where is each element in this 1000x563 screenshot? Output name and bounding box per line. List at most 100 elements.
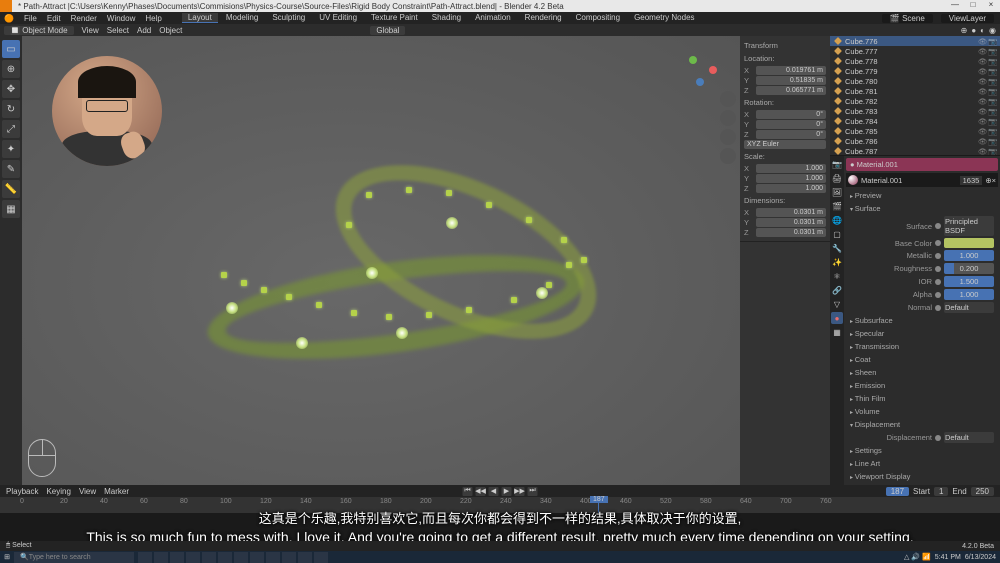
tool-annotate[interactable]: ✎ — [2, 160, 20, 178]
close-button[interactable]: × — [982, 0, 1000, 12]
specular-section[interactable]: Specular — [846, 327, 998, 340]
lineart-section[interactable]: Line Art — [846, 457, 998, 470]
transform-header[interactable]: Transform — [744, 39, 826, 52]
start-frame[interactable]: 1 — [934, 487, 948, 496]
outliner-item[interactable]: Cube.783👁📷 — [830, 106, 1000, 116]
outliner-item[interactable]: Cube.779👁📷 — [830, 66, 1000, 76]
start-button[interactable]: ⊞ — [0, 551, 14, 563]
tool-rotate[interactable]: ↻ — [2, 100, 20, 118]
outliner-item[interactable]: Cube.782👁📷 — [830, 96, 1000, 106]
roughness-value[interactable]: 0.200 — [944, 263, 994, 274]
loc-x-value[interactable]: 0.019761 m — [756, 66, 826, 75]
ws-animation[interactable]: Animation — [469, 13, 517, 23]
outliner-item[interactable]: Cube.784👁📷 — [830, 116, 1000, 126]
camera-view-icon[interactable] — [720, 129, 736, 145]
tl-keying[interactable]: Keying — [46, 487, 70, 496]
app-8[interactable] — [250, 552, 264, 563]
ptab-material[interactable]: ● — [831, 312, 843, 324]
shading-rendered-icon[interactable]: ◉ — [989, 26, 996, 35]
maximize-button[interactable]: □ — [964, 0, 982, 12]
rot-y-value[interactable]: 0° — [756, 120, 826, 129]
eye-icon[interactable]: 👁 — [978, 107, 986, 115]
surface-section[interactable]: Surface — [846, 202, 998, 215]
end-frame[interactable]: 250 — [971, 487, 994, 496]
shader-selector[interactable]: Principled BSDF — [944, 216, 994, 236]
hdr-select[interactable]: Select — [107, 26, 129, 35]
outliner-item[interactable]: Cube.778👁📷 — [830, 56, 1000, 66]
scl-x-value[interactable]: 1.000 — [756, 164, 826, 173]
loc-z-value[interactable]: 0.065771 m — [756, 86, 826, 95]
play-reverse-icon[interactable]: ◀ — [489, 487, 499, 496]
render-icon[interactable]: 📷 — [988, 57, 996, 65]
clock-date[interactable]: 6/13/2024 — [965, 554, 996, 561]
app-7[interactable] — [234, 552, 248, 563]
jump-start-icon[interactable]: ⏮ — [463, 487, 473, 496]
rot-z-value[interactable]: 0° — [756, 130, 826, 139]
ws-geonodes[interactable]: Geometry Nodes — [628, 13, 700, 23]
render-icon[interactable]: 📷 — [988, 97, 996, 105]
app-12[interactable] — [314, 552, 328, 563]
app-6[interactable] — [218, 552, 232, 563]
tl-marker[interactable]: Marker — [104, 487, 129, 496]
app-2[interactable] — [154, 552, 168, 563]
transmission-section[interactable]: Transmission — [846, 340, 998, 353]
disp-value[interactable]: Default — [944, 432, 994, 443]
ptab-constraints[interactable]: 🔗 — [831, 284, 843, 296]
metallic-value[interactable]: 1.000 — [944, 250, 994, 261]
outliner[interactable]: Cube.776👁📷Cube.777👁📷Cube.778👁📷Cube.779👁📷… — [830, 36, 1000, 156]
menu-edit[interactable]: Edit — [47, 14, 61, 23]
axis-y-icon[interactable] — [689, 56, 697, 64]
hdr-add[interactable]: Add — [137, 26, 151, 35]
jump-prev-icon[interactable]: ◀◀ — [476, 487, 486, 496]
eye-icon[interactable]: 👁 — [978, 137, 986, 145]
outliner-item[interactable]: Cube.785👁📷 — [830, 126, 1000, 136]
displacement-section[interactable]: Displacement — [846, 418, 998, 431]
normal-value[interactable]: Default — [944, 302, 994, 313]
perspective-icon[interactable] — [720, 148, 736, 164]
app-5[interactable] — [202, 552, 216, 563]
coat-section[interactable]: Coat — [846, 353, 998, 366]
outliner-item[interactable]: Cube.781👁📷 — [830, 86, 1000, 96]
tool-add[interactable]: ▦ — [2, 200, 20, 218]
ptab-modifier[interactable]: 🔧 — [831, 242, 843, 254]
ws-shading[interactable]: Shading — [426, 13, 467, 23]
viewlayer-selector[interactable]: ViewLayer — [941, 14, 994, 23]
eye-icon[interactable]: 👁 — [978, 127, 986, 135]
ptab-object[interactable]: ▢ — [831, 228, 843, 240]
hdr-view[interactable]: View — [82, 26, 99, 35]
eye-icon[interactable]: 👁 — [978, 87, 986, 95]
tray-icons[interactable]: △ 🔊 📶 — [904, 553, 931, 561]
render-icon[interactable]: 📷 — [988, 67, 996, 75]
ws-sculpting[interactable]: Sculpting — [266, 13, 311, 23]
preview-section[interactable]: Preview — [846, 189, 998, 202]
axis-z-icon[interactable] — [696, 78, 704, 86]
shading-wireframe-icon[interactable]: ⊕ — [961, 26, 968, 35]
scl-z-value[interactable]: 1.000 — [756, 184, 826, 193]
eye-icon[interactable]: 👁 — [978, 97, 986, 105]
eye-icon[interactable]: 👁 — [978, 147, 986, 155]
hdr-object[interactable]: Object — [159, 26, 182, 35]
ptab-texture[interactable]: ▦ — [831, 326, 843, 338]
scene-selector[interactable]: 🎬 Scene — [882, 14, 933, 23]
current-frame[interactable]: 187 — [886, 487, 909, 496]
render-icon[interactable]: 📷 — [988, 77, 996, 85]
shading-solid-icon[interactable]: ● — [971, 26, 976, 35]
tl-playback[interactable]: Playback — [6, 487, 38, 496]
minimize-button[interactable]: — — [946, 0, 964, 12]
dim-y-value[interactable]: 0.0301 m — [756, 218, 826, 227]
tool-measure[interactable]: 📏 — [2, 180, 20, 198]
sheen-section[interactable]: Sheen — [846, 366, 998, 379]
loc-y-value[interactable]: 0.51835 m — [756, 76, 826, 85]
outliner-item[interactable]: Cube.787👁📷 — [830, 146, 1000, 156]
tool-move[interactable]: ✥ — [2, 80, 20, 98]
render-icon[interactable]: 📷 — [988, 137, 996, 145]
ptab-viewlayer[interactable]: 🖼 — [831, 186, 843, 198]
tool-cursor[interactable]: ⊕ — [2, 60, 20, 78]
ior-value[interactable]: 1.500 — [944, 276, 994, 287]
ptab-particles[interactable]: ✨ — [831, 256, 843, 268]
material-actions-icon[interactable]: ⊕× — [985, 176, 996, 185]
zoom-icon[interactable] — [720, 91, 736, 107]
scl-y-value[interactable]: 1.000 — [756, 174, 826, 183]
nav-gizmo[interactable] — [683, 52, 718, 87]
play-icon[interactable]: ▶ — [502, 487, 512, 496]
